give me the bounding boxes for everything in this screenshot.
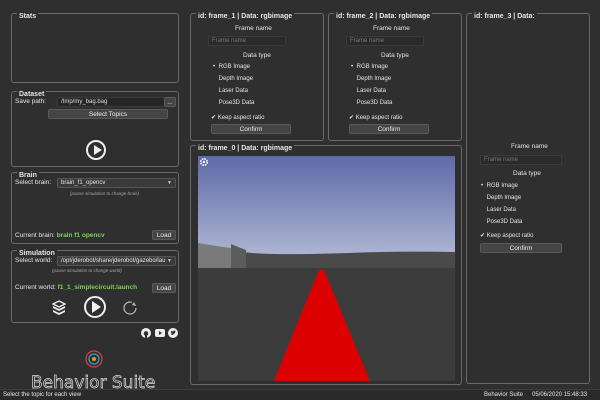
radio-pose3d-data[interactable]: Pose3D Data: [351, 100, 393, 106]
youtube-icon[interactable]: [155, 328, 165, 338]
radio-depth-image[interactable]: Depth Image: [213, 76, 253, 82]
checkmark-icon: ✔: [480, 233, 486, 239]
radio-laser-data[interactable]: Laser Data: [213, 88, 248, 94]
play-icon: [92, 301, 101, 313]
save-path-label: Save path:: [15, 98, 47, 105]
radio-depth-image[interactable]: Depth Image: [351, 76, 391, 82]
radio-rgb-image[interactable]: • RGB Image: [351, 64, 388, 70]
camera-view: [198, 156, 455, 381]
radio-pose3d-data[interactable]: Pose3D Data: [213, 100, 255, 106]
frame-name-input[interactable]: Frame name: [346, 36, 424, 46]
dataset-panel: Dataset Save path: /tmp/my_bag.bag ... S…: [11, 91, 179, 167]
load-world-button[interactable]: Load: [152, 283, 176, 293]
data-type-label: Data type: [243, 52, 271, 59]
github-icon[interactable]: [141, 328, 151, 338]
confirm-button[interactable]: Confirm: [211, 124, 291, 134]
select-brain-label: Select brain:: [15, 179, 52, 186]
current-brain-caption: Current brain:: [15, 232, 55, 239]
save-path-input[interactable]: /tmp/my_bag.bag: [57, 97, 171, 107]
reset-icon[interactable]: [122, 300, 138, 316]
logo-icon: [85, 350, 103, 368]
simulation-panel: Simulation Select world: /opt/jderobot/s…: [11, 250, 179, 323]
brain-panel: Brain Select brain: brain_f1_opencv ▼ (p…: [11, 172, 179, 244]
brain-hint: (pause simulation to change brain): [70, 191, 140, 196]
current-world-label: Current world: f1_1_simplecircuit.launch: [15, 284, 137, 291]
select-topics-button[interactable]: Select Topics: [48, 109, 168, 119]
checkmark-icon: ✔: [211, 115, 217, 121]
frame-name-input[interactable]: Frame name: [208, 36, 286, 46]
confirm-button[interactable]: Confirm: [480, 243, 562, 253]
frame-2-panel: id: frame_2 | Data: rgbimage Frame name …: [328, 13, 462, 141]
frame-3-panel: id: frame_3 | Data: Frame name Frame nam…: [466, 13, 590, 384]
record-play-button[interactable]: [86, 140, 106, 160]
brain-select-value: brain_f1_opencv: [61, 180, 106, 186]
frame-name-label: Frame name: [511, 143, 548, 150]
radio-dot-icon: •: [213, 64, 216, 70]
frame-0-panel: id: frame_0 | Data: rgbimage: [190, 145, 462, 385]
play-icon: [94, 145, 102, 155]
frame-1-panel: id: frame_1 | Data: rgbimage Frame name …: [190, 13, 324, 141]
radio-dot-icon: •: [351, 64, 354, 70]
radio-rgb-image[interactable]: • RGB Image: [213, 64, 250, 70]
keep-aspect-checkbox[interactable]: ✔ Keep aspect ratio: [211, 114, 264, 121]
frame-name-label: Frame name: [235, 25, 272, 32]
brain-select[interactable]: brain_f1_opencv ▼: [57, 178, 176, 188]
world-select-value: /opt/jderobot/share/jderobot/gazebo/lau: [61, 258, 166, 264]
frame-name-label: Frame name: [373, 25, 410, 32]
status-bar: Select the topic for each view Behavior …: [0, 389, 600, 400]
radio-rgb-image[interactable]: • RGB Image: [481, 183, 518, 189]
frame-1-title: id: frame_1 | Data: rgbimage: [196, 13, 295, 21]
select-world-label: Select world:: [15, 257, 53, 264]
frame-name-input[interactable]: Frame name: [480, 155, 562, 165]
frame-3-title: id: frame_3 | Data:: [472, 13, 537, 21]
radio-dot-icon: •: [481, 183, 484, 189]
radio-laser-data[interactable]: Laser Data: [351, 88, 386, 94]
current-brain-label: Current brain: brain f1 opencv: [15, 232, 105, 239]
world-select[interactable]: /opt/jderobot/share/jderobot/gazebo/lau …: [57, 256, 176, 266]
status-datetime: 05/06/2020 15:48:33: [532, 392, 588, 398]
stats-title: Stats: [17, 13, 39, 21]
simulation-play-button[interactable]: [84, 296, 106, 318]
confirm-button[interactable]: Confirm: [349, 124, 429, 134]
gear-icon[interactable]: [199, 157, 209, 167]
data-type-label: Data type: [513, 170, 541, 177]
keep-aspect-checkbox[interactable]: ✔ Keep aspect ratio: [480, 232, 533, 239]
current-world-caption: Current world:: [15, 284, 56, 291]
current-brain-value: brain f1 opencv: [56, 232, 105, 239]
radio-depth-image[interactable]: Depth Image: [481, 195, 521, 201]
radio-pose3d-data[interactable]: Pose3D Data: [481, 219, 523, 225]
twitter-icon[interactable]: [168, 328, 178, 338]
logo-text: Behavior Suite: [31, 373, 156, 389]
frame-2-title: id: frame_2 | Data: rgbimage: [334, 13, 433, 21]
data-type-label: Data type: [381, 52, 409, 59]
gazebo-icon[interactable]: [52, 300, 66, 316]
keep-aspect-checkbox[interactable]: ✔ Keep aspect ratio: [349, 114, 402, 121]
browse-button[interactable]: ...: [164, 97, 176, 107]
load-brain-button[interactable]: Load: [152, 230, 176, 240]
status-app-name: Behavior Suite: [484, 392, 524, 398]
world-hint: (pause simulation to change world): [52, 268, 122, 273]
checkmark-icon: ✔: [349, 115, 355, 121]
stats-panel: Stats: [11, 13, 179, 83]
frame-0-title: id: frame_0 | Data: rgbimage: [196, 145, 295, 153]
chevron-down-icon: ▼: [167, 180, 172, 186]
radio-laser-data[interactable]: Laser Data: [481, 207, 516, 213]
current-world-value: f1_1_simplecircuit.launch: [57, 284, 138, 291]
chevron-down-icon: ▼: [167, 258, 172, 264]
status-message: Select the topic for each view: [3, 392, 82, 398]
